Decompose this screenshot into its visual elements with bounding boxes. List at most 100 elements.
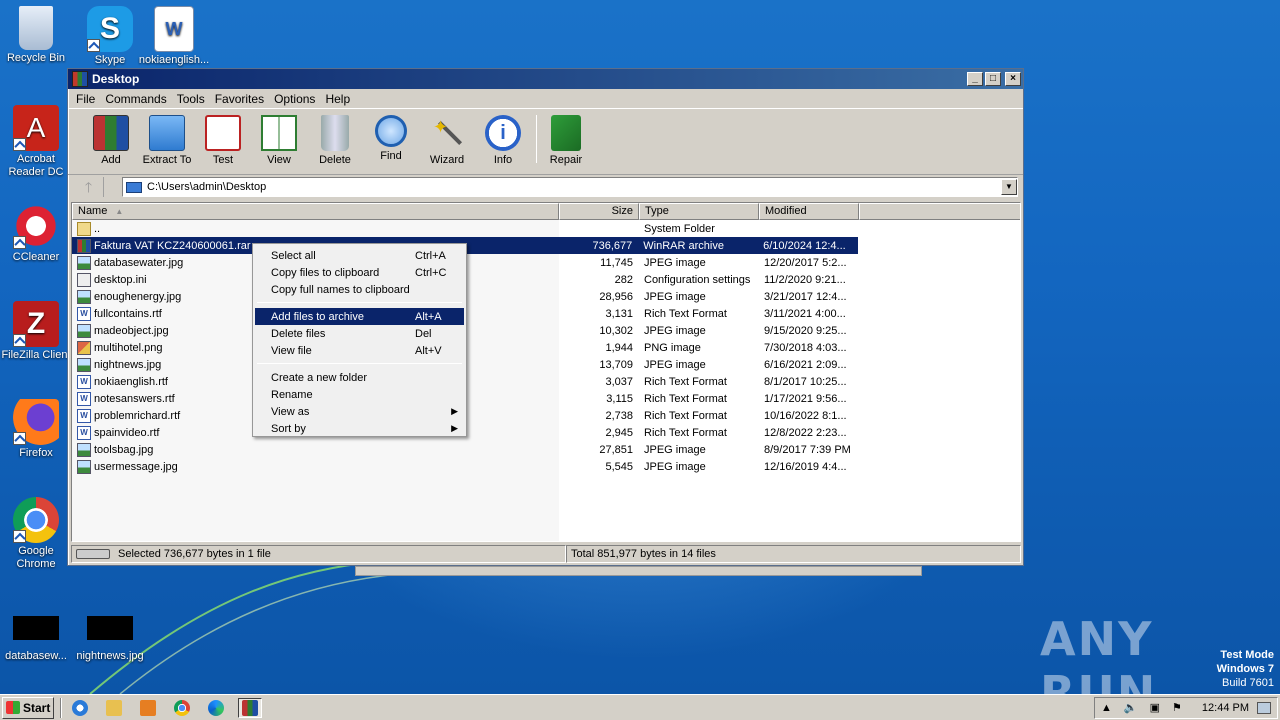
table-row[interactable]: toolsbag.jpg 27,851 JPEG image 8/9/2017 7:3…	[72, 441, 859, 458]
file-name-cell: toolsbag.jpg	[72, 442, 559, 457]
file-modified-cell: 12/20/2017 5:2...	[764, 256, 847, 269]
desktop-icon-skype[interactable]: S Skype	[74, 6, 146, 67]
rar-file-icon	[77, 238, 91, 253]
address-bar: 🡑 C:\Users\admin\Desktop ▼	[68, 175, 1023, 199]
add-button[interactable]: Add	[82, 115, 140, 166]
desktop-icon-databasewater[interactable]: databasew...	[0, 616, 72, 663]
table-row[interactable]: usermessage.jpg 5,545 JPEG image 12/16/2019…	[72, 458, 859, 475]
info-button[interactable]: i Info	[474, 115, 532, 166]
action-center-flag-icon[interactable]: ⚑	[1172, 701, 1182, 714]
internet-explorer-icon	[72, 699, 88, 716]
menu-item-rename[interactable]: Rename	[255, 386, 464, 403]
menu-item-sort-by[interactable]: Sort by ▶	[255, 420, 464, 437]
menu-tools[interactable]: Tools	[172, 92, 210, 106]
desktop-icon-ccleaner[interactable]: CCleaner	[0, 203, 72, 264]
file-type-cell: Configuration settings	[644, 273, 751, 286]
minimize-button[interactable]: _	[967, 72, 983, 86]
menu-item-view-as[interactable]: View as ▶	[255, 403, 464, 420]
menu-item-copy-files[interactable]: Copy files to clipboard Ctrl+C	[255, 264, 464, 281]
image-file-icon	[13, 616, 59, 640]
file-type-cell: JPEG image	[644, 443, 706, 456]
extract-to-button[interactable]: Extract To	[138, 115, 196, 166]
network-icon[interactable]: ▣	[1150, 701, 1160, 714]
chevron-down-icon[interactable]: ▼	[1001, 179, 1017, 195]
clock[interactable]: 12:44 PM	[1202, 702, 1249, 714]
menu-item-view-file[interactable]: View file Alt+V	[255, 342, 464, 359]
winrar-window: Desktop _ □ × File Commands Tools Favori…	[67, 68, 1024, 566]
chrome-icon	[13, 497, 59, 543]
menu-item-select-all[interactable]: Select all Ctrl+A	[255, 247, 464, 264]
taskbar-ie[interactable]	[68, 698, 92, 718]
file-modified-cell: 3/21/2017 12:4...	[764, 290, 847, 303]
volume-icon[interactable]: 🔈	[1124, 701, 1138, 714]
taskbar-chrome[interactable]	[170, 698, 194, 718]
taskbar-separator	[60, 697, 62, 718]
magnifier-icon	[375, 115, 407, 147]
path-text: C:\Users\admin\Desktop	[147, 181, 267, 193]
view-button[interactable]: View	[250, 115, 308, 166]
menu-file[interactable]: File	[71, 92, 100, 106]
media-player-icon	[140, 699, 156, 716]
menu-favorites[interactable]: Favorites	[210, 92, 269, 106]
desktop-icon-acrobat[interactable]: A Acrobat Reader DC	[0, 105, 72, 179]
wizard-button[interactable]: ✦ Wizard	[418, 115, 476, 166]
windows-flag-icon	[6, 701, 20, 714]
taskbar-edge[interactable]	[204, 698, 228, 718]
start-button[interactable]: Start	[2, 696, 54, 719]
desktop-icon-filezilla[interactable]: Z FileZilla Client	[0, 301, 72, 362]
column-header-name[interactable]: Name ▲	[72, 203, 559, 220]
skype-icon: S	[87, 6, 133, 52]
menu-item-delete-files[interactable]: Delete files Del	[255, 325, 464, 342]
menu-options[interactable]: Options	[269, 92, 320, 106]
menu-help[interactable]: Help	[320, 92, 355, 106]
toolbar: Add Extract To Test View Delete Find ✦ W…	[68, 109, 1023, 175]
info-icon: i	[485, 115, 521, 151]
find-button[interactable]: Find	[362, 115, 420, 162]
show-desktop-icon[interactable]	[1257, 701, 1271, 714]
taskbar-winrar[interactable]	[238, 697, 262, 718]
taskbar-media-player[interactable]	[136, 698, 160, 718]
menu-item-add-files-to-archive[interactable]: Add files to archive Alt+A	[255, 308, 464, 325]
taskbar-explorer[interactable]	[102, 698, 126, 718]
delete-button[interactable]: Delete	[306, 115, 364, 166]
file-name-cell: usermessage.jpg	[72, 459, 559, 474]
file-modified-cell: 12/16/2019 4:4...	[764, 460, 847, 473]
desktop-icon-recycle-bin[interactable]: Recycle Bin	[0, 6, 72, 65]
column-header-modified[interactable]: Modified	[759, 203, 859, 220]
up-one-level-button[interactable]: 🡑	[74, 177, 104, 197]
menu-commands[interactable]: Commands	[100, 92, 171, 106]
tray-expand-icon[interactable]: ▲	[1101, 702, 1112, 714]
column-header-type[interactable]: Type	[639, 203, 759, 220]
ccleaner-icon	[13, 203, 59, 249]
title-bar[interactable]: Desktop _ □ ×	[68, 69, 1023, 89]
close-button[interactable]: ×	[1005, 72, 1021, 86]
path-combobox[interactable]: C:\Users\admin\Desktop ▼	[122, 177, 1018, 197]
menu-bar: File Commands Tools Favorites Options He…	[68, 89, 1023, 109]
test-button[interactable]: Test	[194, 115, 252, 166]
magic-wand-icon: ✦	[429, 115, 465, 151]
desktop-icon-nokiaenglish[interactable]: W nokiaenglish...	[138, 6, 210, 67]
file-type-cell: System Folder	[644, 222, 715, 235]
file-size-cell: 13,709	[599, 358, 633, 371]
menu-item-copy-full-names[interactable]: Copy full names to clipboard	[255, 281, 464, 298]
file-size-cell: 10,302	[599, 324, 633, 337]
repair-kit-icon	[551, 115, 581, 151]
desktop-icon-nightnews[interactable]: nightnews.jpg	[74, 616, 146, 663]
repair-button[interactable]: Repair	[537, 115, 595, 166]
computer-icon	[126, 181, 142, 193]
status-selected: Selected 736,677 bytes in 1 file	[71, 545, 566, 563]
file-size-cell: 736,677	[592, 239, 633, 252]
table-row[interactable]: .. System Folder	[72, 220, 859, 237]
menu-item-create-folder[interactable]: Create a new folder	[255, 369, 464, 386]
recycle-bin-icon	[19, 6, 53, 50]
column-header-size[interactable]: Size	[559, 203, 639, 220]
file-list[interactable]: Name ▲ Size Type Modified .. System Folder…	[71, 202, 1021, 542]
maximize-button[interactable]: □	[985, 72, 1001, 86]
sort-ascending-icon: ▲	[115, 207, 124, 216]
desktop-icon-firefox[interactable]: Firefox	[0, 399, 72, 460]
jpg-file-icon	[77, 459, 91, 474]
rtf-file-icon	[77, 391, 91, 406]
firefox-icon	[13, 399, 59, 445]
desktop-icon-chrome[interactable]: Google Chrome	[0, 497, 72, 571]
system-tray: ▲ 🔈 ▣ ⚑ 12:44 PM	[1094, 696, 1278, 719]
